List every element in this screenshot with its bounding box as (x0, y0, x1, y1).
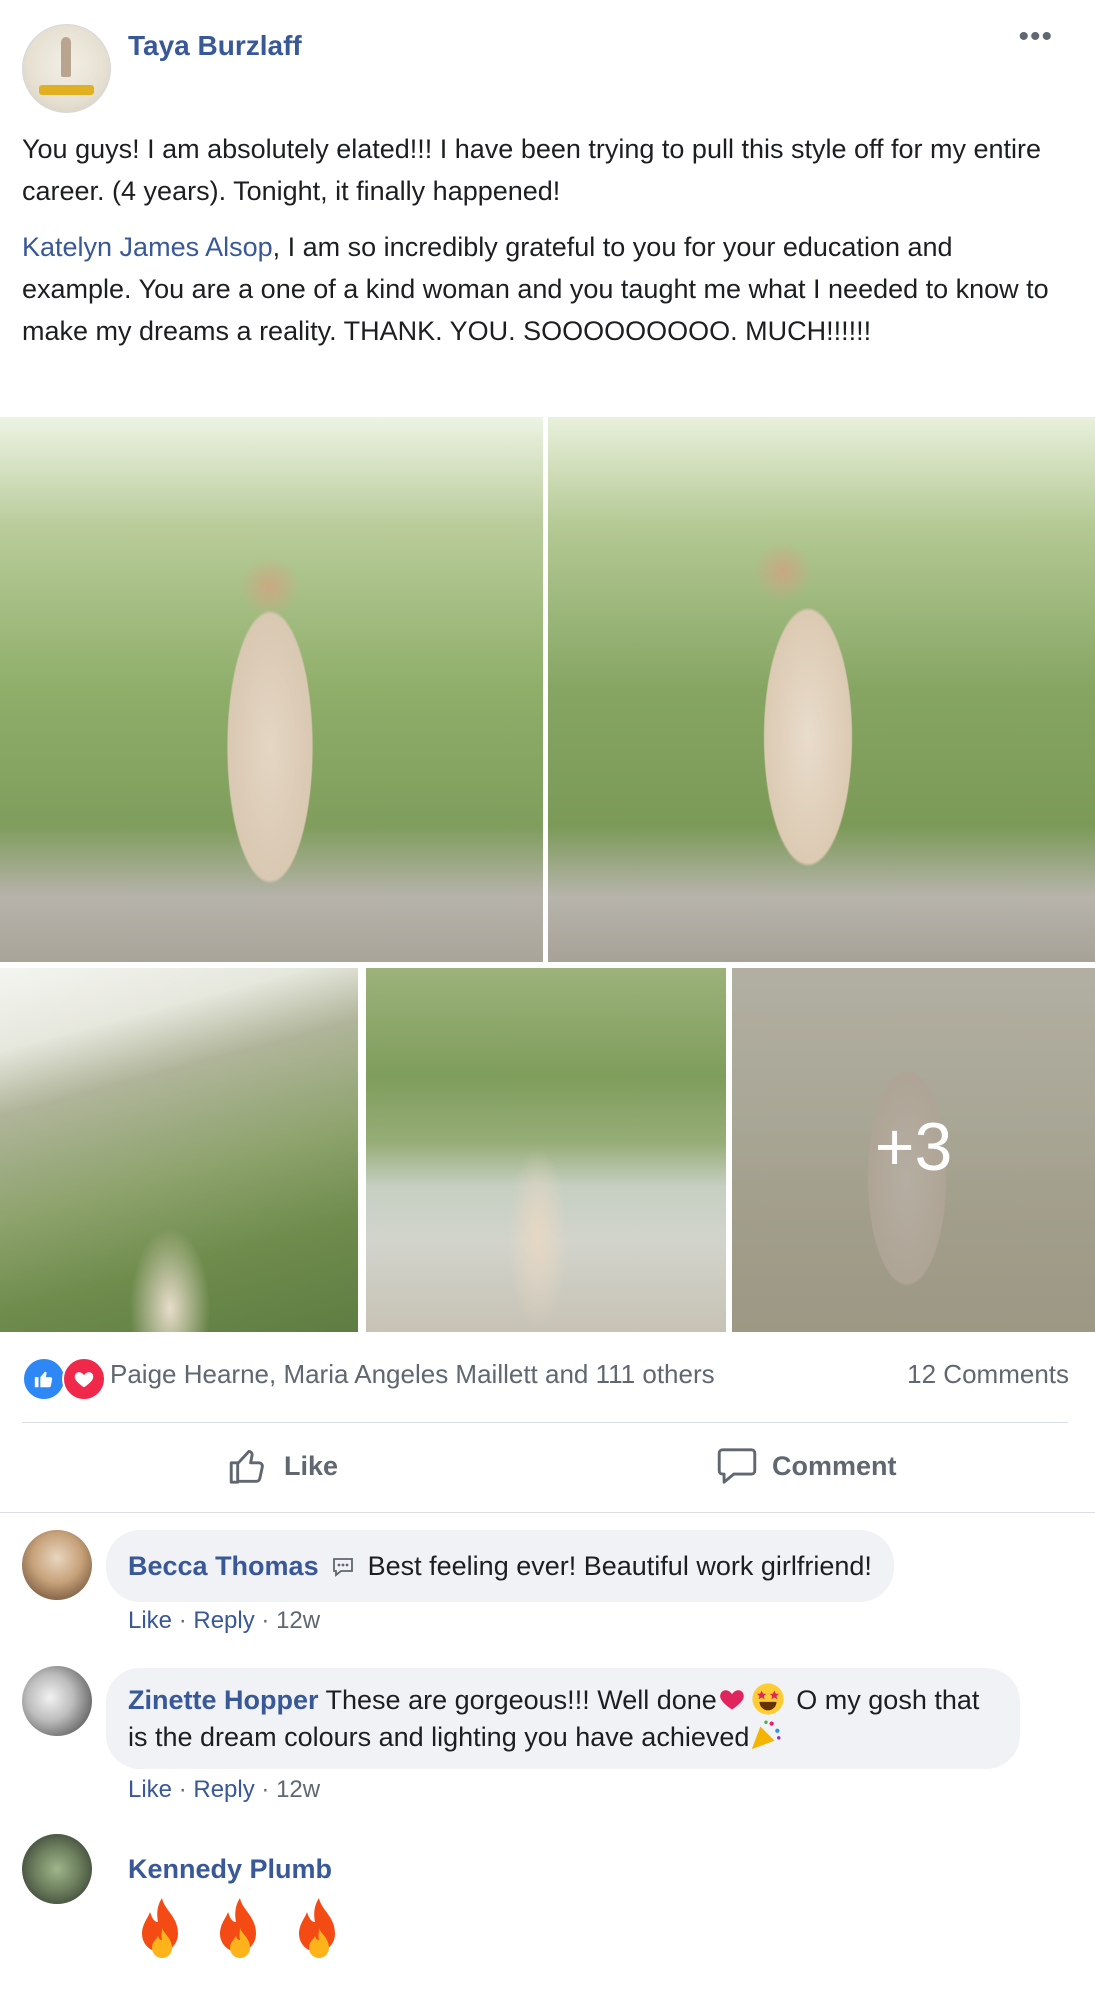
post-photo-1[interactable] (0, 417, 543, 962)
comments-count[interactable]: 12 Comments (907, 1359, 1069, 1390)
like-button[interactable]: Like (228, 1440, 338, 1492)
reactions-summary[interactable]: Paige Hearne, Maria Angeles Maillett and… (110, 1359, 715, 1390)
comment-meta: Like · Reply · 12w (128, 1607, 320, 1635)
divider (22, 1422, 1068, 1423)
commenter-name[interactable]: Becca Thomas (128, 1551, 319, 1581)
post-photo-5-more[interactable]: +3 (732, 968, 1095, 1332)
poster-avatar[interactable] (22, 24, 111, 113)
comment-reply-link[interactable]: Reply (193, 1776, 254, 1803)
comment-reply-link[interactable]: Reply (193, 1607, 254, 1634)
comment-like-link[interactable]: Like (128, 1776, 172, 1803)
comment-button[interactable]: Comment (716, 1440, 897, 1492)
commenter-avatar[interactable] (22, 1834, 92, 1904)
party-popper-emoji-icon (752, 1720, 781, 1750)
commenter-avatar[interactable] (22, 1666, 92, 1736)
separator: · (178, 1776, 187, 1803)
post-paragraph-1: You guys! I am absolutely elated!!! I ha… (22, 134, 1042, 206)
reaction-icons[interactable] (22, 1357, 106, 1401)
comment-bubble: Becca Thomas Best feeling ever! Beautifu… (106, 1530, 894, 1602)
poster-name[interactable]: Taya Burzlaff (128, 30, 302, 62)
comment-text-part-1: These are gorgeous!!! Well done (325, 1685, 717, 1715)
mention-link[interactable]: Katelyn James Alsop (22, 232, 273, 262)
fire-icon (142, 1898, 178, 1958)
comment-like-link[interactable]: Like (128, 1607, 172, 1634)
separator: · (261, 1607, 270, 1634)
post-photo-4[interactable] (366, 968, 726, 1332)
thumbs-up-icon (22, 1357, 66, 1401)
like-button-label: Like (284, 1450, 339, 1481)
post-paragraph-2: Katelyn James Alsop, I am so incredibly … (22, 226, 1062, 352)
avatar-logo (39, 85, 94, 95)
like-outline-icon (229, 1450, 264, 1484)
more-photos-count: +3 (874, 1109, 953, 1185)
fire-icon (220, 1898, 257, 1958)
post-photo-3[interactable] (0, 968, 358, 1332)
fire-icon (298, 1898, 335, 1958)
heart-emoji-icon (720, 1690, 744, 1710)
more-options-icon[interactable]: ••• (1018, 20, 1053, 54)
comment-time[interactable]: 12w (276, 1607, 320, 1634)
comment-bubble: Zinette Hopper These are gorgeous!!! Wel… (106, 1668, 1020, 1769)
separator: · (261, 1776, 270, 1803)
post-photo-2[interactable] (548, 417, 1095, 962)
commenter-name[interactable]: Kennedy Plumb (128, 1854, 332, 1885)
commenter-avatar[interactable] (22, 1530, 92, 1600)
messenger-icon (333, 1558, 354, 1577)
comment-meta: Like · Reply · 12w (128, 1776, 320, 1804)
commenter-name[interactable]: Zinette Hopper (128, 1685, 319, 1715)
divider (0, 1512, 1095, 1513)
comment-text: Best feeling ever! Beautiful work girlfr… (367, 1551, 872, 1581)
comment-time[interactable]: 12w (276, 1776, 320, 1803)
comment-icon (717, 1448, 757, 1484)
comment-button-label: Comment (772, 1450, 897, 1481)
comment-emoji-row (130, 1896, 361, 1976)
star-struck-emoji-icon (752, 1683, 784, 1715)
avatar-figure (61, 37, 71, 77)
separator: · (178, 1607, 187, 1634)
heart-icon (62, 1357, 106, 1401)
